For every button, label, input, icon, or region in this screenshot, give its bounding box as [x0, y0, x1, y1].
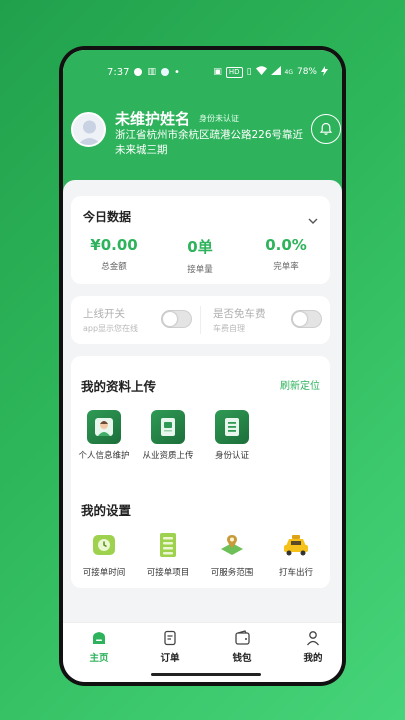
hd-badge: HD — [225, 66, 243, 78]
item-label: 可服务范围 — [210, 568, 254, 578]
wallet-icon — [214, 629, 270, 647]
vibrate-icon: ▯ — [246, 67, 252, 77]
status-left: 7:37 ▥ • — [107, 67, 180, 78]
list-icon — [153, 530, 183, 560]
battery-level: 78% — [296, 67, 317, 77]
stat-label: 完单率 — [273, 262, 299, 272]
free-fee-title: 是否免车费 — [213, 308, 266, 320]
materials-settings-card: 我的资料上传 刷新定位 个人信息维护 从业资质上传 身份认证 我的设置 可接单时… — [71, 356, 330, 588]
wifi-icon — [255, 66, 267, 78]
item-label: 个人信息维护 — [78, 451, 130, 461]
taxi-travel-item[interactable]: 打车出行 — [267, 530, 325, 578]
cert-status: 身份未认证 — [199, 114, 239, 123]
tab-label: 我的 — [303, 653, 323, 664]
signal-icon — [270, 66, 281, 78]
avatar[interactable] — [71, 112, 106, 147]
service-range-item[interactable]: 可服务范围 — [203, 530, 261, 578]
tab-label: 订单 — [160, 653, 180, 664]
map-pin-icon — [217, 530, 247, 560]
identity-auth-item[interactable]: 身份认证 — [203, 410, 261, 462]
item-label: 打车出行 — [278, 568, 313, 578]
status-time: 7:37 — [107, 66, 130, 78]
phone-frame: 7:37 ▥ • ▣ HD ▯ 4G 78% 未维护姓名 身份未认证 浙江省杭州… — [59, 46, 346, 686]
user-icon — [285, 629, 341, 647]
notification-button[interactable] — [311, 114, 341, 144]
online-toggle[interactable] — [161, 310, 192, 328]
taxi-icon — [281, 530, 311, 560]
avatar-placeholder-icon — [77, 120, 102, 145]
expand-toggle[interactable] — [308, 210, 318, 229]
stat-value: 0单 — [187, 238, 213, 256]
item-label: 从业资质上传 — [142, 451, 194, 461]
main-content: 今日数据 ¥0.00 总金额 0单 接单量 0.0% 完单率 上线开关 app显… — [63, 180, 342, 626]
order-icon — [142, 629, 198, 647]
online-switch-title: 上线开关 — [83, 308, 125, 320]
online-switch-subtitle: app显示您在线 — [83, 324, 139, 333]
stat-order-count: 0单 接单量 — [157, 236, 243, 275]
personal-info-item[interactable]: 个人信息维护 — [75, 410, 133, 462]
home-icon — [71, 629, 127, 647]
profile-header[interactable]: 未维护姓名 身份未认证 浙江省杭州市余杭区疏港公路226号靠近未来城三期 — [71, 108, 341, 168]
bell-icon — [319, 122, 333, 135]
stat-label: 总金额 — [101, 262, 127, 272]
stat-label: 接单量 — [187, 265, 213, 275]
free-fee-switch-cell: 是否免车费 车费自理 — [201, 296, 330, 344]
today-data-card: 今日数据 ¥0.00 总金额 0单 接单量 0.0% 完单率 — [71, 196, 330, 284]
free-fee-toggle[interactable] — [291, 310, 322, 328]
user-address: 浙江省杭州市余杭区疏港公路226号靠近未来城三期 — [115, 129, 304, 156]
tab-home[interactable]: 主页 — [71, 629, 127, 664]
materials-title: 我的资料上传 — [81, 379, 157, 394]
today-data-title: 今日数据 — [83, 210, 132, 224]
order-time-item[interactable]: 可接单时间 — [75, 530, 133, 578]
more-notifications-icon: • — [173, 66, 180, 78]
online-switch-cell: 上线开关 app显示您在线 — [71, 296, 200, 344]
tab-wallet[interactable]: 钱包 — [214, 629, 270, 664]
chevron-down-icon — [308, 218, 318, 224]
stat-value: 0.0% — [265, 236, 307, 254]
settings-title: 我的设置 — [81, 503, 132, 518]
qualification-upload-item[interactable]: 从业资质上传 — [139, 410, 197, 462]
app-notification-icon — [160, 68, 169, 76]
order-project-item[interactable]: 可接单项目 — [139, 530, 197, 578]
tab-orders[interactable]: 订单 — [142, 629, 198, 664]
clock-icon — [89, 530, 119, 560]
app-screen: 7:37 ▥ • ▣ HD ▯ 4G 78% 未维护姓名 身份未认证 浙江省杭州… — [63, 50, 342, 682]
id-card-icon — [215, 410, 249, 444]
item-label: 可接单项目 — [146, 568, 190, 578]
stat-total-amount: ¥0.00 总金额 — [71, 236, 157, 272]
refresh-location-link[interactable]: 刷新定位 — [280, 377, 320, 392]
nfc-icon: ▣ — [213, 67, 222, 77]
bottom-tab-bar: 主页 订单 钱包 我的 — [63, 622, 342, 682]
user-name: 未维护姓名 — [115, 110, 191, 128]
charging-icon — [321, 65, 328, 79]
signal-label: 4G — [284, 68, 293, 76]
stat-completion-rate: 0.0% 完单率 — [243, 236, 329, 272]
item-label: 身份认证 — [214, 451, 249, 461]
status-right: ▣ HD ▯ 4G 78% — [213, 65, 328, 79]
free-fee-subtitle: 车费自理 — [213, 324, 245, 333]
switches-card: 上线开关 app显示您在线 是否免车费 车费自理 — [71, 296, 330, 344]
tab-label: 钱包 — [232, 653, 252, 664]
grid-notification-icon: ▥ — [147, 67, 156, 77]
item-label: 可接单时间 — [82, 568, 126, 578]
status-bar: 7:37 ▥ • ▣ HD ▯ 4G 78% — [63, 64, 342, 80]
stat-value: ¥0.00 — [90, 236, 138, 254]
chat-notification-icon — [134, 68, 143, 76]
person-icon — [87, 410, 121, 444]
tab-mine[interactable]: 我的 — [285, 629, 341, 664]
tab-label: 主页 — [89, 653, 109, 664]
home-indicator — [151, 673, 261, 676]
certificate-icon — [151, 410, 185, 444]
